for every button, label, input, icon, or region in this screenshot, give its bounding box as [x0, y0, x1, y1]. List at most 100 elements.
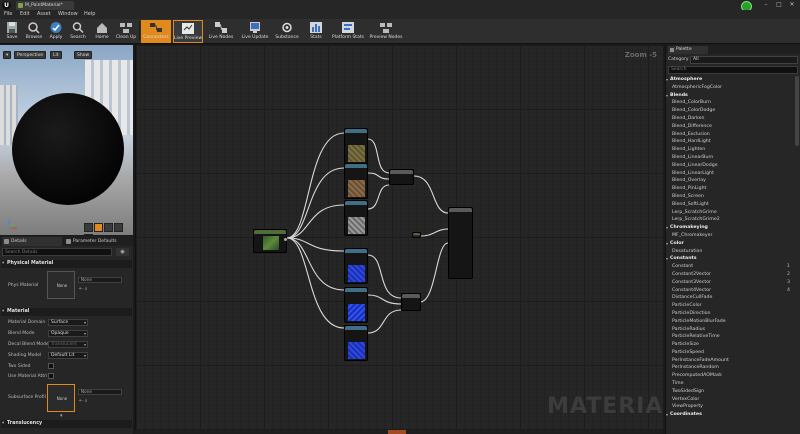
- category-translucency[interactable]: Translucency: [1, 420, 132, 428]
- lit-button[interactable]: Lit: [50, 51, 62, 59]
- palette-item[interactable]: Blend_LinearLight: [666, 170, 794, 178]
- palette-item[interactable]: Constant4Vector 4: [666, 287, 794, 295]
- subsurface-profile-dropdown[interactable]: None: [78, 389, 122, 395]
- cube-preview-button[interactable]: [114, 223, 123, 232]
- details-search-input[interactable]: Search Details: [2, 248, 112, 256]
- palette-item[interactable]: DistanceCullFade: [666, 294, 794, 302]
- palette-item[interactable]: Blend_Difference: [666, 123, 794, 131]
- palette-item[interactable]: PerInstanceFadeAmount: [666, 357, 794, 365]
- plane-preview-button[interactable]: [104, 223, 113, 232]
- palette-item[interactable]: Blend_Lighten: [666, 146, 794, 154]
- apply-button[interactable]: Apply: [46, 20, 66, 43]
- node-texture-sample[interactable]: [344, 287, 368, 323]
- live-update-button[interactable]: Live Update: [239, 20, 271, 43]
- decal-blend-mode-dropdown[interactable]: Translucent: [48, 341, 88, 348]
- platform-stats-button[interactable]: Platform Stats: [330, 20, 366, 43]
- node-texture-sample[interactable]: [344, 248, 368, 284]
- live-nodes-button[interactable]: Live Nodes: [206, 20, 236, 43]
- palette-item[interactable]: ParticleMotionBlurFade: [666, 318, 794, 326]
- menu-help[interactable]: Help: [84, 11, 95, 17]
- node-texture-sample[interactable]: [344, 163, 368, 199]
- save-button[interactable]: Save: [2, 20, 22, 43]
- search-button[interactable]: Search: [68, 20, 88, 43]
- tab-details[interactable]: Details: [2, 237, 62, 246]
- home-button[interactable]: Home: [92, 20, 112, 43]
- document-tab[interactable]: M_PaintMaterial*: [16, 1, 74, 10]
- substance-button[interactable]: Substance: [273, 20, 301, 43]
- node-texture-coordinate[interactable]: [253, 229, 287, 253]
- live-preview-button[interactable]: Live Preview: [173, 20, 203, 43]
- mesh-preview-button[interactable]: [84, 234, 93, 235]
- sphere-preview-button[interactable]: [94, 223, 103, 232]
- menu-edit[interactable]: Edit: [20, 11, 30, 17]
- material-domain-dropdown[interactable]: Surface: [48, 319, 88, 326]
- palette-item[interactable]: Blend_LinearDodge: [666, 162, 794, 170]
- palette-category[interactable]: Chromakeying: [666, 224, 794, 232]
- palette-item[interactable]: ParticleDirection: [666, 310, 794, 318]
- category-physical-material[interactable]: Physical Material: [1, 260, 132, 268]
- palette-list[interactable]: Atmosphere AtmosphericFogColor Blends Blend…: [666, 76, 794, 434]
- minimize-button[interactable]: –: [762, 2, 770, 8]
- palette-category[interactable]: Coordinates: [666, 411, 794, 419]
- blend-mode-dropdown[interactable]: Opaque: [48, 330, 88, 337]
- cylinder-preview-button[interactable]: [84, 223, 93, 232]
- palette-item[interactable]: AtmosphericFogColor: [666, 84, 794, 92]
- palette-item[interactable]: Desaturation: [666, 248, 794, 256]
- node-constant[interactable]: [412, 232, 421, 238]
- palette-item[interactable]: Blend_Darken: [666, 115, 794, 123]
- asset-browse-icon[interactable]: ⇠ ⌕: [79, 398, 88, 404]
- palette-item[interactable]: Lerp_ScratchGrime: [666, 209, 794, 217]
- shading-model-dropdown[interactable]: Default Lit: [48, 352, 88, 359]
- perspective-button[interactable]: Perspective: [14, 51, 47, 59]
- palette-item[interactable]: ViewProperty: [666, 403, 794, 411]
- category-material[interactable]: Material: [1, 308, 132, 316]
- output-pin[interactable]: [284, 238, 287, 241]
- palette-category[interactable]: Blends: [666, 92, 794, 100]
- node-texture-sample[interactable]: [344, 200, 368, 236]
- stats-button[interactable]: Stats: [305, 20, 327, 43]
- clean-up-button[interactable]: Clean Up: [114, 20, 138, 43]
- visibility-eye-icon[interactable]: ◉: [116, 248, 129, 256]
- subsurface-profile-thumbnail[interactable]: None: [47, 384, 75, 412]
- palette-item[interactable]: Blend_Overlay: [666, 177, 794, 185]
- node-lerp-color[interactable]: [389, 169, 414, 185]
- palette-item[interactable]: Blend_LinearBurn: [666, 154, 794, 162]
- node-texture-sample[interactable]: [344, 128, 368, 164]
- palette-item[interactable]: ParticleRelativeTime: [666, 333, 794, 341]
- close-button[interactable]: ✕: [788, 2, 796, 8]
- viewport-options-icon[interactable]: ▾: [3, 51, 12, 59]
- palette-item[interactable]: Blend_HardLight: [666, 138, 794, 146]
- maximize-button[interactable]: □: [775, 2, 783, 8]
- palette-item[interactable]: Blend_Exclusion: [666, 131, 794, 139]
- palette-item[interactable]: PerInstanceRandom: [666, 364, 794, 372]
- palette-item[interactable]: ParticleSize: [666, 341, 794, 349]
- expand-advanced-icon[interactable]: ▾: [60, 413, 63, 419]
- material-graph[interactable]: Zoom -5 MATERIAL: [135, 45, 663, 434]
- preview-viewport[interactable]: ▾ Perspective Lit Show: [0, 45, 133, 235]
- palette-item[interactable]: Constant3Vector 3: [666, 279, 794, 287]
- palette-search-input[interactable]: Search: [668, 66, 798, 74]
- show-button[interactable]: Show: [74, 51, 93, 59]
- palette-item[interactable]: PrecomputedAOMask: [666, 372, 794, 380]
- menu-asset[interactable]: Asset: [37, 11, 51, 17]
- palette-item[interactable]: Constant2Vector 2: [666, 271, 794, 279]
- connectors-button[interactable]: Connectors: [141, 20, 171, 43]
- asset-browse-icon[interactable]: ⇠ ⌕: [79, 286, 88, 292]
- palette-item[interactable]: Blend_ColorDodge: [666, 107, 794, 115]
- palette-item[interactable]: Lerp_ScratchGrime2: [666, 216, 794, 224]
- use-material-attributes-checkbox[interactable]: [48, 373, 54, 379]
- node-texture-sample[interactable]: [344, 325, 368, 361]
- menu-file[interactable]: File: [4, 11, 12, 17]
- palette-category[interactable]: Color: [666, 240, 794, 248]
- palette-category[interactable]: Constants: [666, 255, 794, 263]
- preview-nodes-button[interactable]: Preview Nodes: [368, 20, 404, 43]
- palette-item[interactable]: Blend_SoftLight: [666, 201, 794, 209]
- palette-category[interactable]: Atmosphere: [666, 76, 794, 84]
- two-sided-checkbox[interactable]: [48, 363, 54, 369]
- tab-parameter-defaults[interactable]: Parameter Defaults: [64, 237, 132, 246]
- palette-item[interactable]: ParticleColor: [666, 302, 794, 310]
- palette-item[interactable]: Blend_ColorBurn: [666, 99, 794, 107]
- category-dropdown[interactable]: All: [690, 56, 798, 64]
- tab-palette[interactable]: Palette: [668, 46, 708, 54]
- menu-window[interactable]: Window: [58, 11, 78, 17]
